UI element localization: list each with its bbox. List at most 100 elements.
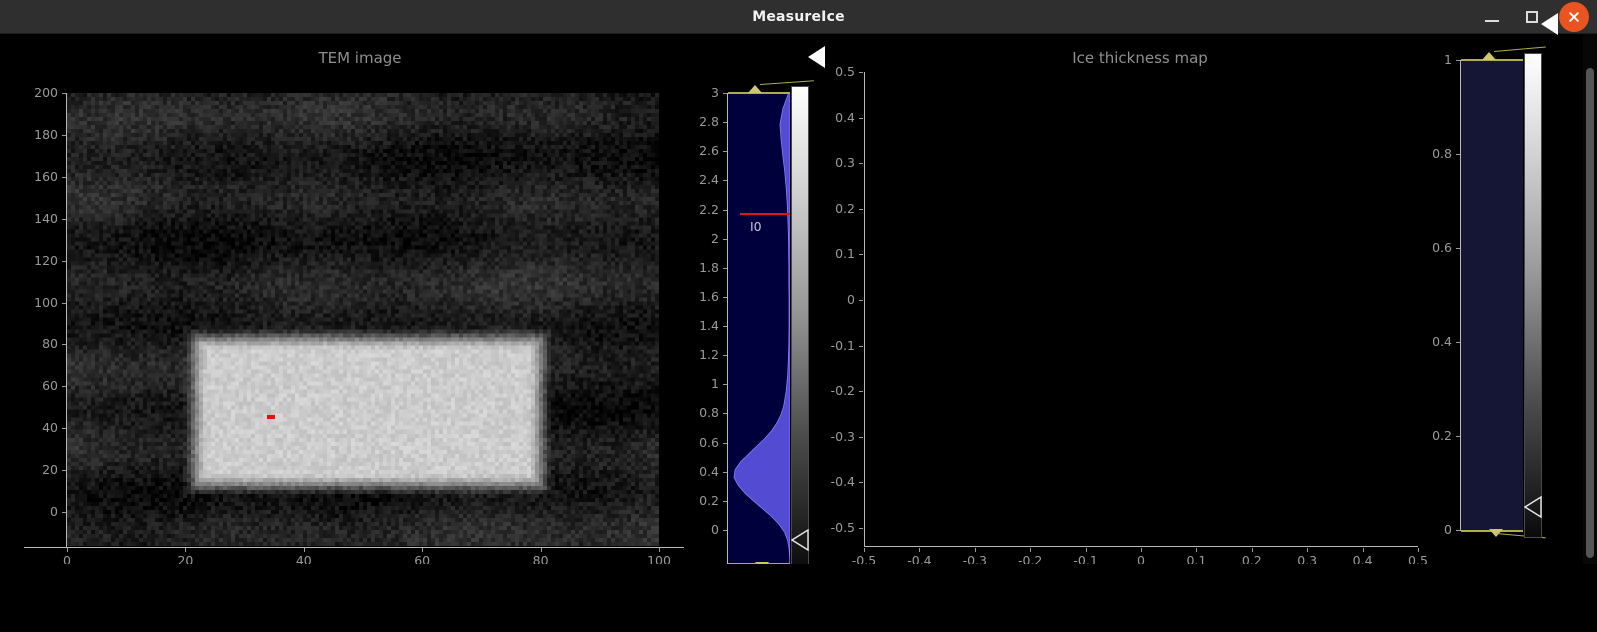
window-controls [1479, 0, 1589, 34]
axis-tick-mark [1456, 248, 1460, 249]
axis-tick-mark [723, 209, 727, 211]
map-colorbar-min-handle[interactable] [1524, 496, 1558, 518]
axis-tick-mark [859, 117, 863, 119]
window-title: MeasureIce [752, 9, 845, 25]
axis-tick-label: 0.6 [1432, 240, 1452, 255]
axis-tick-mark [723, 530, 727, 531]
axis-tick-mark [62, 93, 66, 94]
axis-tick-label: 0 [50, 504, 58, 519]
axis-tick-label: 20 [42, 462, 58, 478]
axis-tick-label: 1.6 [699, 288, 719, 304]
axis-tick-label: 0.6 [699, 434, 719, 450]
axis-tick-mark [62, 428, 66, 430]
axis-tick-mark [659, 548, 660, 552]
axis-tick-mark [859, 300, 863, 301]
axis-tick-label: 0.8 [1432, 146, 1452, 161]
map-colorbar-axis-line [1460, 60, 1461, 531]
axis-tick-mark [859, 72, 863, 73]
axis-tick-mark [859, 345, 863, 347]
tem-panel-title: TEM image [318, 49, 402, 67]
axis-tick-label: -0.5 [830, 520, 855, 535]
axis-tick-label: 120 [34, 252, 58, 268]
tem-x-axis-line [24, 547, 684, 548]
map-colorbar-panel[interactable] [1461, 60, 1523, 531]
axis-tick-mark [62, 344, 66, 346]
axis-tick-label: 0.2 [699, 492, 719, 508]
axis-tick-mark [859, 391, 863, 393]
axis-tick-mark [1141, 548, 1142, 552]
map-colorbar[interactable] [1524, 53, 1542, 538]
plot-canvas-area: TEM image 0 20 40 60 80 100 120 140 160 180 200 02… [0, 13, 1597, 571]
axis-tick-label: 2.4 [699, 172, 719, 188]
axis-tick-mark [859, 482, 863, 484]
axis-tick-label: 1.2 [699, 347, 719, 363]
axis-tick-mark [723, 500, 727, 502]
axis-tick-mark [62, 302, 66, 304]
vertical-scrollbar[interactable] [1583, 34, 1597, 632]
tem-image[interactable] [67, 93, 659, 546]
title-bar: MeasureIce [0, 0, 1597, 34]
axis-tick-mark [1456, 342, 1460, 343]
map-upper-limit-handle[interactable] [1482, 52, 1496, 60]
axis-tick-mark [1418, 548, 1419, 552]
histogram-upper-limit-handle[interactable] [748, 85, 762, 93]
axis-tick-mark [974, 548, 976, 552]
axis-tick-mark [303, 548, 305, 552]
axis-tick-mark [859, 436, 863, 438]
axis-tick-mark [1456, 60, 1460, 61]
axis-tick-mark [1456, 154, 1460, 155]
axis-tick-label: 2 [711, 230, 719, 246]
tem-red-marker [267, 415, 275, 419]
i0-threshold-line[interactable] [740, 213, 790, 215]
map-colorbar-max-handle[interactable] [1541, 13, 1558, 35]
axis-tick-label: 80 [42, 336, 58, 352]
axis-tick-label: 2.8 [699, 114, 719, 130]
axis-tick-label: 180 [34, 126, 58, 142]
axis-tick-label: 0.4 [699, 463, 719, 479]
vertical-scrollbar-thumb[interactable] [1586, 68, 1594, 558]
minimize-button[interactable] [1479, 4, 1505, 30]
axis-tick-label: 2.2 [699, 201, 719, 217]
axis-tick-mark [62, 260, 66, 262]
axis-tick-mark [723, 413, 727, 415]
axis-tick-label: 0.4 [835, 109, 855, 125]
axis-tick-mark [859, 528, 863, 529]
axis-tick-mark [1307, 548, 1309, 552]
map-colorbar-outline [1524, 53, 1542, 538]
axis-tick-mark [1456, 436, 1460, 437]
ice-thickness-map-plot[interactable] [864, 72, 1418, 547]
close-button[interactable] [1559, 2, 1589, 32]
axis-tick-label: 0.4 [1432, 334, 1452, 349]
axis-tick-mark [62, 512, 66, 513]
axis-tick-mark [62, 386, 66, 388]
axis-tick-label: 0.2 [835, 200, 855, 216]
axis-tick-mark [1085, 548, 1087, 552]
axis-tick-mark [723, 238, 727, 240]
axis-tick-label: 3 [711, 85, 719, 100]
i0-threshold-label: I0 [750, 219, 762, 234]
axis-tick-mark [1030, 548, 1032, 552]
histogram-y-axis-line [727, 93, 728, 564]
intensity-histogram[interactable] [728, 93, 790, 564]
axis-tick-label: 1.4 [699, 318, 719, 334]
axis-tick-label: 0 [847, 292, 855, 307]
axis-tick-mark [723, 122, 727, 124]
axis-tick-mark [540, 548, 542, 552]
bottom-toolbar: Calibration: Talos L120 Load raw image R… [0, 564, 1597, 632]
axis-tick-label: 1 [711, 376, 719, 392]
axis-tick-mark [185, 548, 187, 552]
application-window: MeasureIce TEM image 0 20 40 60 80 100 120 140 1… [0, 0, 1597, 632]
axis-tick-mark [62, 134, 66, 136]
axis-tick-mark [859, 208, 863, 210]
axis-tick-label: 140 [34, 210, 58, 226]
axis-tick-mark [1196, 548, 1198, 552]
maximize-icon [1526, 11, 1538, 23]
map-upper-leader-line [1493, 46, 1546, 52]
axis-tick-mark [723, 384, 727, 386]
axis-tick-label: -0.2 [830, 383, 855, 399]
map-colorbar-min-icon [1524, 496, 1542, 518]
axis-tick-mark [859, 163, 863, 165]
axis-tick-mark [723, 151, 727, 153]
axis-tick-label: 0.3 [835, 155, 855, 171]
axis-tick-label: -0.4 [830, 474, 855, 490]
